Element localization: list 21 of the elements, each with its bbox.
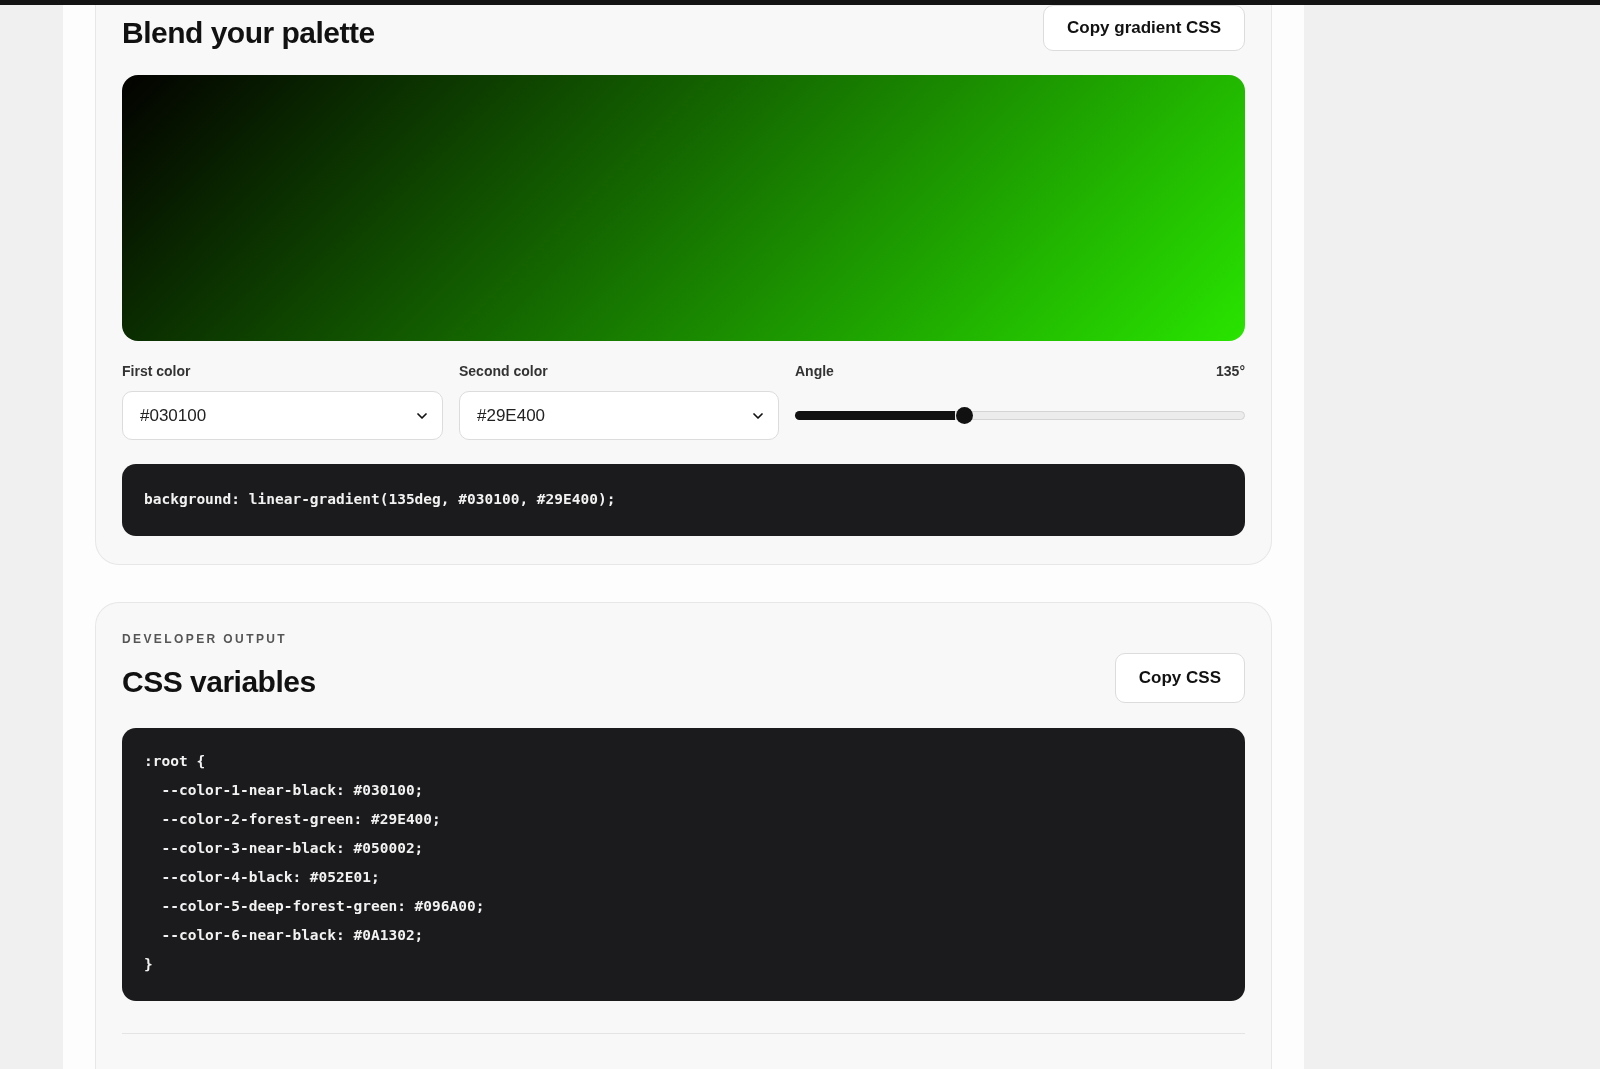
code-line: --color-6-near-black: #0A1302;	[160, 926, 424, 945]
card-title: CSS variables	[122, 664, 316, 700]
code-line: --color-2-forest-green: #29E400;	[160, 810, 441, 829]
copy-gradient-button[interactable]: Copy gradient CSS	[1043, 5, 1245, 51]
code-line: background: linear-gradient(135deg, #030100, #29E400);	[144, 490, 616, 510]
field-label: Angle	[795, 362, 834, 381]
code-line: --color-3-near-black: #050002;	[160, 839, 424, 858]
code-line: --color-4-black: #052E01;	[160, 868, 380, 887]
field-label: First color	[122, 362, 191, 381]
card-title: Blend your palette	[122, 14, 375, 51]
section-eyebrow: DEVELOPER OUTPUT	[122, 631, 288, 647]
code-line: --color-5-deep-forest-green: #096A00;	[160, 897, 485, 916]
color-select[interactable]: #29E400	[459, 391, 779, 440]
code-line: }	[144, 955, 153, 974]
angle-reading: 135°	[1216, 362, 1245, 381]
code-line: --color-1-near-black: #030100;	[160, 781, 424, 800]
code-line: :root {	[144, 752, 206, 771]
color-select[interactable]: #030100	[122, 391, 443, 440]
slider-thumb[interactable]	[955, 407, 973, 424]
field-label: Second color	[459, 362, 548, 381]
copy-css-button[interactable]: Copy CSS	[1114, 653, 1245, 703]
